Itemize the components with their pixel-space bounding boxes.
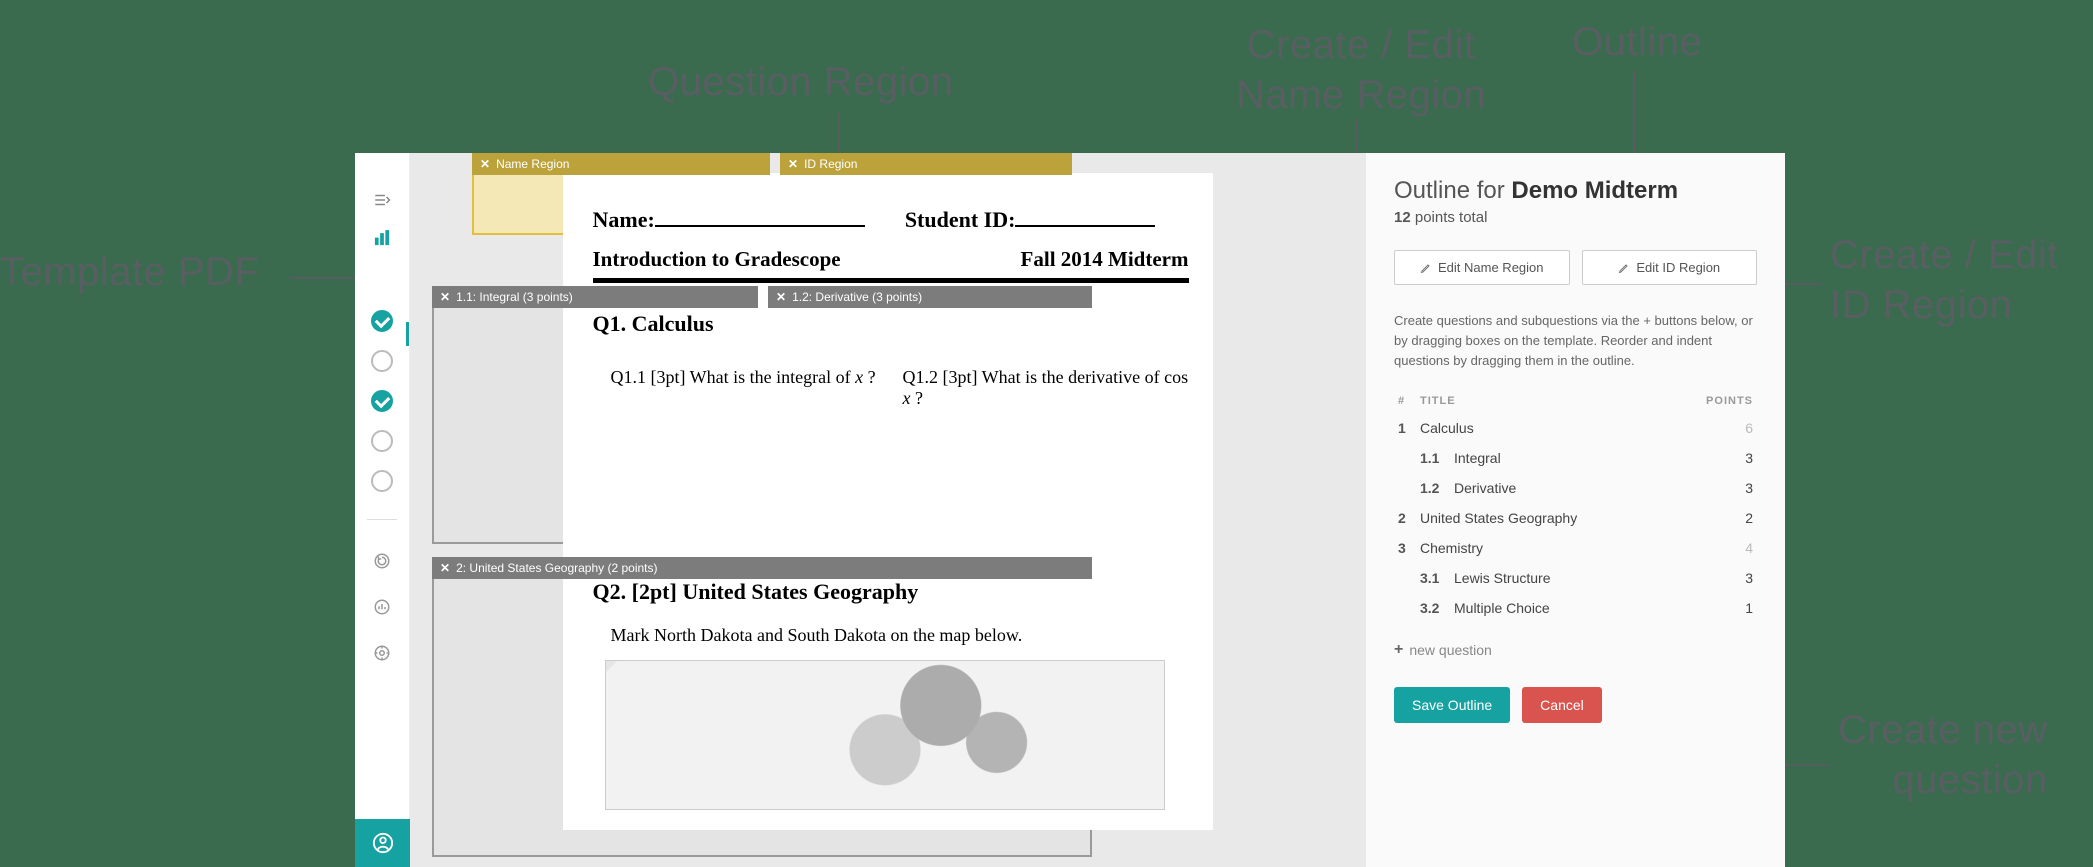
name-region-tab[interactable]: ✕ Name Region bbox=[472, 153, 770, 175]
question-region-tab[interactable]: ✕ 2: United States Geography (2 points) bbox=[432, 557, 1092, 579]
new-question-label: new question bbox=[1409, 642, 1492, 658]
row-number: 1 bbox=[1398, 420, 1420, 436]
sidebar-divider bbox=[367, 519, 397, 520]
outline-title: Outline for Demo Midterm bbox=[1394, 177, 1757, 205]
row-points: 1 bbox=[1693, 600, 1753, 616]
edit-name-region-button[interactable]: Edit Name Region bbox=[1394, 250, 1570, 285]
pdf-page: Name: Student ID: Introduction to Grades… bbox=[563, 173, 1213, 830]
app-window: ✕ Name Region ✕ ID Region ✕ 1.1: Integra… bbox=[355, 153, 1785, 867]
region-tab-label: Name Region bbox=[496, 157, 569, 171]
menu-toggle-icon[interactable] bbox=[372, 191, 392, 209]
step-3[interactable] bbox=[371, 390, 393, 412]
stats-icon[interactable] bbox=[372, 229, 392, 247]
outline-row[interactable]: 1.1Integral3 bbox=[1394, 443, 1757, 473]
outline-row[interactable]: 3.1Lewis Structure3 bbox=[1394, 563, 1757, 593]
q1-1-text: Q1.1 [3pt] What is the integral of x ? bbox=[593, 367, 893, 409]
outline-columns-header: # TITLE POINTS bbox=[1394, 395, 1757, 407]
row-number: 3.1 bbox=[1420, 570, 1454, 586]
row-title: Integral bbox=[1454, 450, 1693, 466]
step-2[interactable] bbox=[371, 350, 393, 372]
outline-rows: 1Calculus61.1Integral31.2Derivative32Uni… bbox=[1394, 413, 1757, 623]
save-outline-button[interactable]: Save Outline bbox=[1394, 687, 1510, 723]
pencil-icon bbox=[1618, 262, 1630, 274]
row-points: 2 bbox=[1693, 510, 1753, 526]
question-region-tab[interactable]: ✕ 1.1: Integral (3 points) bbox=[432, 286, 758, 308]
outline-row[interactable]: 3.2Multiple Choice1 bbox=[1394, 593, 1757, 623]
row-points: 3 bbox=[1693, 480, 1753, 496]
close-icon[interactable]: ✕ bbox=[480, 157, 490, 171]
row-title: Lewis Structure bbox=[1454, 570, 1693, 586]
pdf-divider bbox=[593, 278, 1189, 283]
close-icon[interactable]: ✕ bbox=[776, 290, 786, 304]
cancel-button[interactable]: Cancel bbox=[1522, 687, 1602, 723]
close-icon[interactable]: ✕ bbox=[440, 290, 450, 304]
row-points: 3 bbox=[1693, 450, 1753, 466]
region-tab-label: 1.1: Integral (3 points) bbox=[456, 290, 573, 304]
outline-panel: Outline for Demo Midterm 12 points total… bbox=[1365, 153, 1785, 867]
course-title: Introduction to Gradescope bbox=[593, 247, 841, 272]
row-title: United States Geography bbox=[1420, 510, 1693, 526]
name-label: Name: bbox=[593, 207, 655, 232]
region-tab-label: ID Region bbox=[804, 157, 857, 171]
user-icon[interactable] bbox=[355, 819, 410, 867]
region-tab-label: 2: United States Geography (2 points) bbox=[456, 561, 657, 575]
region-tab-label: 1.2: Derivative (3 points) bbox=[792, 290, 922, 304]
row-title: Calculus bbox=[1420, 420, 1693, 436]
row-number: 1.2 bbox=[1420, 480, 1454, 496]
template-pdf-area[interactable]: ✕ Name Region ✕ ID Region ✕ 1.1: Integra… bbox=[410, 153, 1365, 867]
row-title: Chemistry bbox=[1420, 540, 1693, 556]
chart-circle-icon[interactable] bbox=[372, 598, 392, 616]
q1-heading: Q1. Calculus bbox=[593, 311, 1189, 337]
callout-template-pdf: Template PDF bbox=[0, 250, 259, 295]
plus-icon: + bbox=[1394, 641, 1403, 659]
row-number: 3 bbox=[1398, 540, 1420, 556]
close-icon[interactable]: ✕ bbox=[440, 561, 450, 575]
q2-heading: Q2. [2pt] United States Geography bbox=[593, 579, 1189, 605]
new-question-button[interactable]: + new question bbox=[1394, 641, 1757, 659]
outline-row[interactable]: 2United States Geography2 bbox=[1394, 503, 1757, 533]
gear-icon[interactable] bbox=[372, 644, 392, 662]
outline-row[interactable]: 1.2Derivative3 bbox=[1394, 473, 1757, 503]
row-points: 6 bbox=[1693, 420, 1753, 436]
id-region-tab[interactable]: ✕ ID Region bbox=[780, 153, 1072, 175]
step-4[interactable] bbox=[371, 430, 393, 452]
question-region-tab[interactable]: ✕ 1.2: Derivative (3 points) bbox=[768, 286, 1092, 308]
callout-name-region: Create / Edit Name Region bbox=[1236, 20, 1486, 120]
pencil-icon bbox=[1420, 262, 1432, 274]
callout-new-question: Create new question bbox=[1838, 705, 2048, 805]
outline-row[interactable]: 1Calculus6 bbox=[1394, 413, 1757, 443]
step-5[interactable] bbox=[371, 470, 393, 492]
row-number: 2 bbox=[1398, 510, 1420, 526]
button-label: Edit Name Region bbox=[1438, 260, 1544, 275]
row-number: 3.2 bbox=[1420, 600, 1454, 616]
callout-id-region: Create / Edit ID Region bbox=[1830, 230, 2059, 330]
sidebar bbox=[355, 153, 410, 867]
row-title: Multiple Choice bbox=[1454, 600, 1693, 616]
q1-2-text: Q1.2 [3pt] What is the derivative of cos… bbox=[893, 367, 1189, 409]
id-label: Student ID: bbox=[905, 207, 1016, 232]
outline-row[interactable]: 3Chemistry4 bbox=[1394, 533, 1757, 563]
step-1[interactable] bbox=[371, 310, 393, 332]
row-points: 3 bbox=[1693, 570, 1753, 586]
callout-outline: Outline bbox=[1572, 20, 1702, 65]
outline-help-text: Create questions and subquestions via th… bbox=[1394, 311, 1757, 371]
row-title: Derivative bbox=[1454, 480, 1693, 496]
button-label: Edit ID Region bbox=[1636, 260, 1720, 275]
term-title: Fall 2014 Midterm bbox=[1021, 247, 1189, 272]
row-points: 4 bbox=[1693, 540, 1753, 556]
points-total: 12 points total bbox=[1394, 209, 1757, 226]
map-image bbox=[605, 660, 1165, 810]
row-number: 1.1 bbox=[1420, 450, 1454, 466]
edit-id-region-button[interactable]: Edit ID Region bbox=[1582, 250, 1758, 285]
close-icon[interactable]: ✕ bbox=[788, 157, 798, 171]
callout-question-region: Question Region bbox=[648, 60, 953, 105]
q2-text: Mark North Dakota and South Dakota on th… bbox=[593, 625, 1189, 646]
refresh-icon[interactable] bbox=[372, 552, 392, 570]
active-step-indicator bbox=[406, 322, 409, 346]
